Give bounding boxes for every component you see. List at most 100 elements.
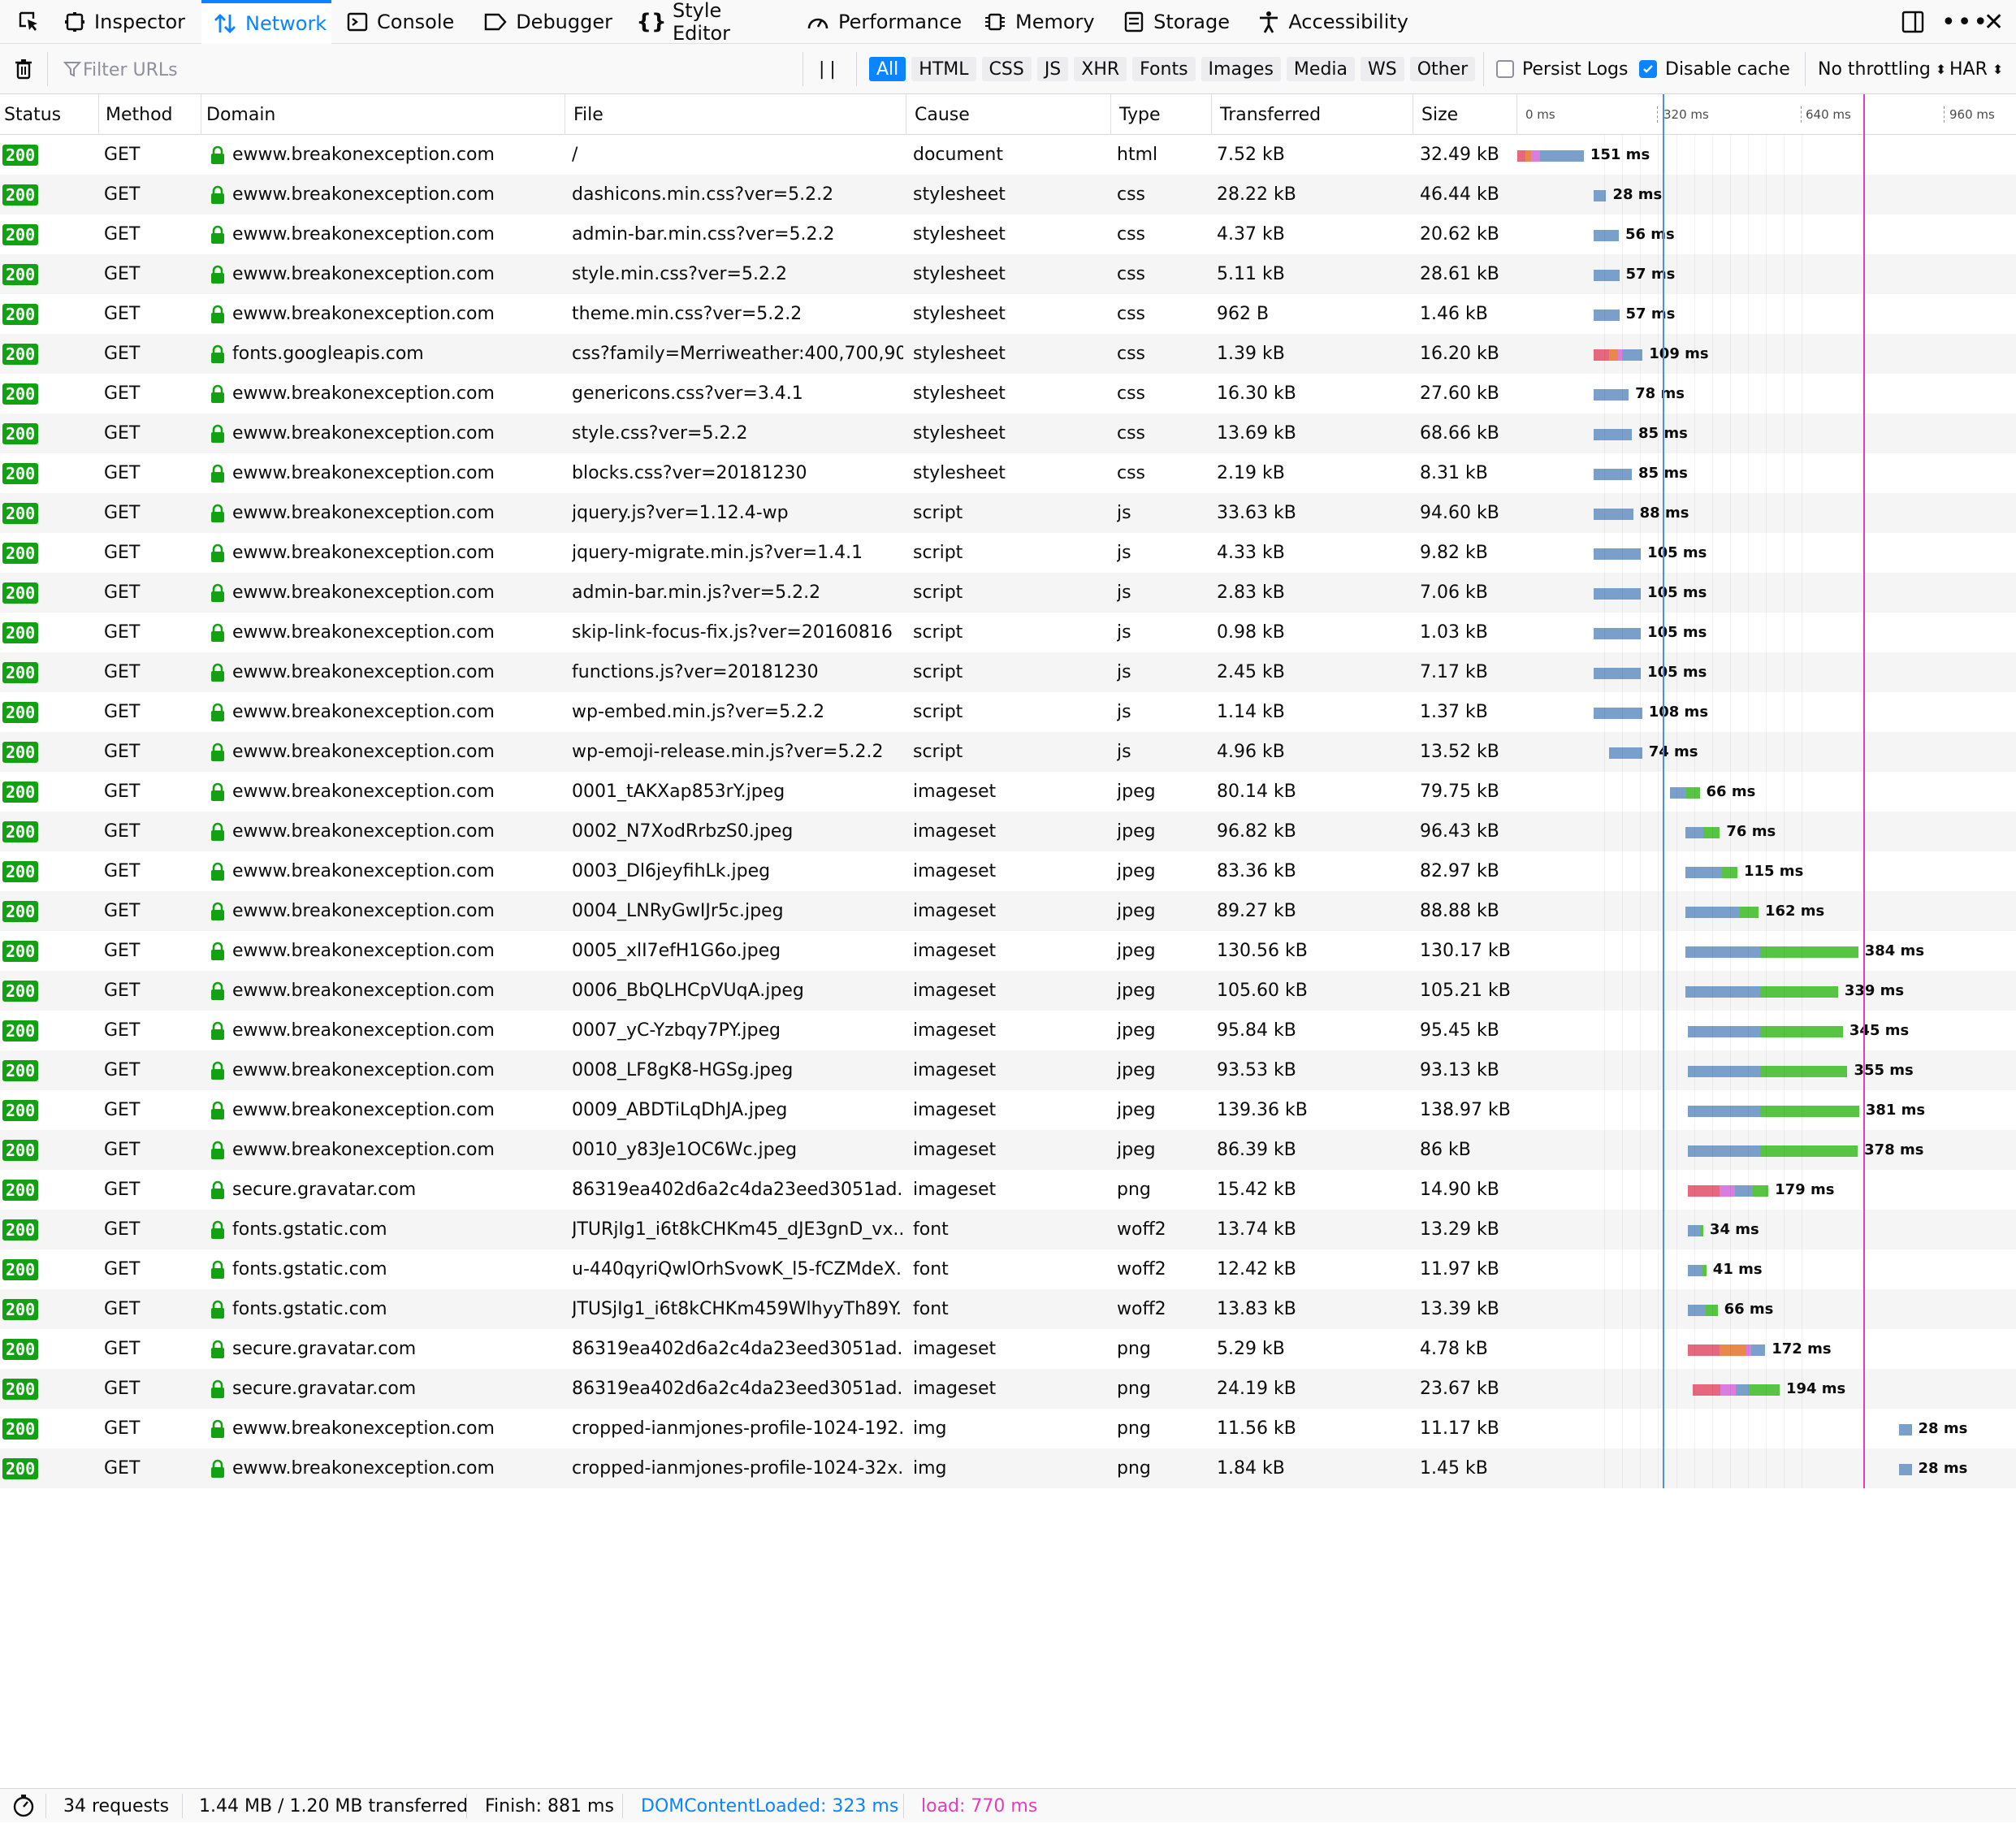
- cause-cell: stylesheet: [913, 264, 1006, 284]
- column-header-size[interactable]: Size: [1413, 94, 1517, 135]
- table-row[interactable]: 200 GET ewww.breakonexception.com skip-link…: [0, 613, 2016, 652]
- method-cell: GET: [104, 1140, 141, 1160]
- table-row[interactable]: 200 GET fonts.googleapis.com css?family=Mer…: [0, 334, 2016, 374]
- size-cell: 14.90 kB: [1420, 1180, 1499, 1200]
- table-row[interactable]: 200 GET ewww.breakonexception.com wp-emoji-…: [0, 732, 2016, 772]
- table-row[interactable]: 200 GET ewww.breakonexception.com genericon…: [0, 374, 2016, 414]
- column-header-method[interactable]: Method: [99, 94, 201, 135]
- table-row[interactable]: 200 GET ewww.breakonexception.com 0009_ABDT…: [0, 1090, 2016, 1130]
- table-row[interactable]: 200 GET ewww.breakonexception.com 0008_LF8g…: [0, 1050, 2016, 1090]
- table-row[interactable]: 200 GET ewww.breakonexception.com 0004_LNRy…: [0, 891, 2016, 931]
- duration-label: 105 ms: [1647, 624, 1707, 641]
- table-row[interactable]: 200 GET ewww.breakonexception.com dashicons…: [0, 175, 2016, 214]
- table-row[interactable]: 200 GET ewww.breakonexception.com jquery-mi…: [0, 533, 2016, 573]
- table-row[interactable]: 200 GET fonts.gstatic.com u-440qyriQwlOrhSv…: [0, 1249, 2016, 1289]
- column-header-file[interactable]: File: [565, 94, 906, 135]
- tab-storage[interactable]: Storage: [1111, 0, 1241, 44]
- table-row[interactable]: 200 GET ewww.breakonexception.com jquery.js…: [0, 493, 2016, 533]
- column-header-waterfall[interactable]: 0 ms 320 ms 640 ms 960 ms: [1517, 94, 2016, 135]
- tab-inspector[interactable]: Inspector: [52, 0, 197, 44]
- throttling-select[interactable]: No throttling ⬍: [1818, 44, 1946, 94]
- cause-cell: font: [913, 1219, 949, 1240]
- tab-debugger[interactable]: Debugger: [471, 0, 624, 44]
- table-row[interactable]: 200 GET ewww.breakonexception.com 0005_xlI7…: [0, 931, 2016, 971]
- cause-cell: imageset: [913, 1060, 997, 1080]
- performance-analysis-button[interactable]: [11, 1789, 36, 1823]
- cause-cell: imageset: [913, 1339, 997, 1359]
- table-row[interactable]: 200 GET ewww.breakonexception.com 0010_y83J…: [0, 1130, 2016, 1170]
- type-filter-html[interactable]: HTML: [911, 57, 976, 81]
- table-row[interactable]: 200 GET ewww.breakonexception.com 0002_N7Xo…: [0, 812, 2016, 851]
- timeline-grid-line: [1784, 135, 1785, 1488]
- pick-element-button[interactable]: [6, 0, 50, 44]
- close-devtools-button[interactable]: ✕: [1984, 0, 2004, 44]
- table-row[interactable]: 200 GET ewww.breakonexception.com admin-bar…: [0, 214, 2016, 254]
- disable-cache-checkbox[interactable]: [1639, 60, 1657, 78]
- tab-memory[interactable]: Memory: [971, 0, 1105, 44]
- domain-cell: ewww.breakonexception.com: [210, 971, 559, 1011]
- tab-accessibility[interactable]: Accessibility: [1246, 0, 1420, 44]
- more-options-button[interactable]: •••: [1941, 0, 1989, 44]
- lock-icon: [210, 583, 232, 603]
- table-row[interactable]: 200 GET fonts.gstatic.com JTUSjIg1_i6t8kCHK…: [0, 1289, 2016, 1329]
- status-cell: 200: [2, 493, 92, 533]
- column-header-transferred[interactable]: Transferred: [1212, 94, 1413, 135]
- tab-network[interactable]: Network: [201, 0, 331, 44]
- table-row[interactable]: 200 GET ewww.breakonexception.com style.css…: [0, 414, 2016, 453]
- dock-button[interactable]: [1899, 0, 1927, 44]
- tab-style-editor[interactable]: {} Style Editor: [627, 0, 790, 45]
- table-row[interactable]: 200 GET ewww.breakonexception.com style.min…: [0, 254, 2016, 294]
- type-filter-js[interactable]: JS: [1036, 57, 1069, 81]
- persist-logs-toggle[interactable]: Persist Logs: [1496, 44, 1628, 94]
- disable-cache-toggle[interactable]: Disable cache: [1639, 44, 1790, 94]
- table-row[interactable]: 200 GET ewww.breakonexception.com 0007_yC-Y…: [0, 1011, 2016, 1050]
- status-cell: 200: [2, 573, 92, 613]
- table-row[interactable]: 200 GET ewww.breakonexception.com 0006_BbQL…: [0, 971, 2016, 1011]
- table-row[interactable]: 200 GET ewww.breakonexception.com wp-embed.…: [0, 692, 2016, 732]
- column-header-status[interactable]: Status: [0, 94, 99, 135]
- type-filter-ws[interactable]: WS: [1361, 57, 1404, 81]
- type-filter-all[interactable]: All: [869, 57, 906, 81]
- table-row[interactable]: 200 GET ewww.breakonexception.com functions…: [0, 652, 2016, 692]
- persist-logs-checkbox[interactable]: [1496, 60, 1514, 78]
- table-row[interactable]: 200 GET secure.gravatar.com 86319ea402d6a2c…: [0, 1329, 2016, 1369]
- table-row[interactable]: 200 GET ewww.breakonexception.com theme.min…: [0, 294, 2016, 334]
- type-filter-images[interactable]: Images: [1201, 57, 1281, 81]
- size-cell: 82.97 kB: [1420, 861, 1499, 881]
- table-row[interactable]: 200 GET ewww.breakonexception.com 0003_Dl6j…: [0, 851, 2016, 891]
- table-row[interactable]: 200 GET ewww.breakonexception.com 0001_tAKX…: [0, 772, 2016, 812]
- type-filter-other[interactable]: Other: [1409, 57, 1476, 81]
- table-row[interactable]: 200 GET ewww.breakonexception.com admin-bar…: [0, 573, 2016, 613]
- pause-button[interactable]: ||: [819, 44, 841, 94]
- filter-icon-wrap: [63, 44, 81, 94]
- load-time: load: 770 ms: [921, 1795, 1038, 1817]
- table-row[interactable]: 200 GET ewww.breakonexception.com / document…: [0, 135, 2016, 175]
- method-cell: GET: [104, 383, 141, 404]
- lock-icon: [210, 344, 232, 364]
- type-filter-xhr[interactable]: XHR: [1074, 57, 1127, 81]
- column-header-cause[interactable]: Cause: [906, 94, 1111, 135]
- type-filter-css[interactable]: CSS: [981, 57, 1032, 81]
- table-row[interactable]: 200 GET secure.gravatar.com 86319ea402d6a2c…: [0, 1369, 2016, 1409]
- table-row[interactable]: 200 GET ewww.breakonexception.com blocks.cs…: [0, 453, 2016, 493]
- table-row[interactable]: 200 GET ewww.breakonexception.com cropped-i…: [0, 1409, 2016, 1448]
- type-filter-media[interactable]: Media: [1286, 57, 1355, 81]
- cause-cell: imageset: [913, 901, 997, 921]
- clear-button[interactable]: [11, 44, 36, 94]
- table-row[interactable]: 200 GET ewww.breakonexception.com cropped-i…: [0, 1448, 2016, 1488]
- lock-icon: [210, 265, 232, 284]
- file-cell: theme.min.css?ver=5.2.2: [572, 304, 803, 324]
- tab-console[interactable]: Console: [335, 0, 465, 44]
- file-cell: 0010_y83Je1OC6Wc.jpeg: [572, 1140, 798, 1160]
- filter-urls-input[interactable]: [81, 53, 799, 87]
- status-badge: 200: [2, 542, 39, 564]
- column-header-type[interactable]: Type: [1111, 94, 1212, 135]
- table-row[interactable]: 200 GET secure.gravatar.com 86319ea402d6a2c…: [0, 1170, 2016, 1210]
- size-cell: 1.46 kB: [1420, 304, 1488, 324]
- type-filter-fonts[interactable]: Fonts: [1132, 57, 1196, 81]
- har-menu-button[interactable]: HAR ⬍: [1949, 44, 2003, 94]
- transferred-cell: 2.19 kB: [1217, 463, 1285, 483]
- column-header-domain[interactable]: Domain: [201, 94, 565, 135]
- tab-performance[interactable]: Performance: [794, 0, 965, 44]
- table-row[interactable]: 200 GET fonts.gstatic.com JTURjIg1_i6t8kCHK…: [0, 1210, 2016, 1249]
